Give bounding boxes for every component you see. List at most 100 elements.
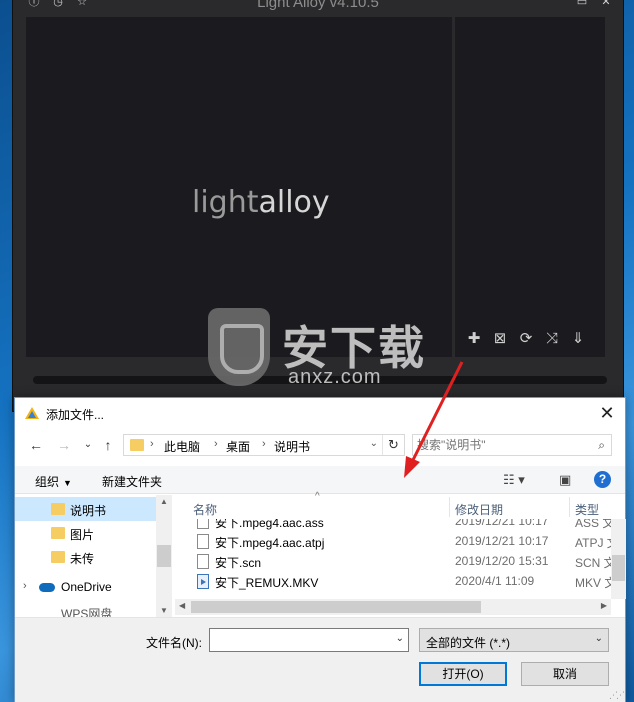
folder-icon: [51, 503, 65, 515]
file-list-horizontal-scrollbar[interactable]: ◀ ▶: [175, 599, 611, 615]
scrollbar-thumb[interactable]: [157, 545, 171, 567]
recent-locations-chevron-icon[interactable]: ⌄: [79, 436, 97, 454]
address-dropdown-icon[interactable]: ⌄: [370, 438, 378, 449]
file-rows: 安下.mpeg4.aac.ass 2019/12/21 10:17 ASS 文 …: [175, 519, 611, 599]
file-name: 安下.scn: [215, 556, 262, 570]
file-row[interactable]: 安下_REMUX.MKV 2020/4/1 11:09 MKV 文: [175, 571, 611, 591]
search-box[interactable]: ⌕: [412, 434, 612, 456]
folder-icon: [51, 551, 65, 563]
shuffle-icon[interactable]: ⤨: [543, 330, 561, 348]
nav-item-untransferred[interactable]: 未传: [15, 545, 156, 569]
add-file-dialog: 添加文件... ✕ ← → ⌄ ↑ › 此电脑 › 桌面 › 说明书 ⌄ ↻ ⌕…: [14, 397, 626, 702]
video-area[interactable]: lightalloy: [26, 17, 452, 357]
breadcrumb-this-pc[interactable]: 此电脑: [164, 438, 200, 455]
scrollbar-thumb[interactable]: [612, 555, 625, 581]
player-titlebar: ⓘ ◷ ☆ Light Alloy v4.10.5 ▭ ✕: [13, 0, 623, 13]
filename-label: 文件名(N):: [146, 636, 202, 650]
address-bar[interactable]: › 此电脑 › 桌面 › 说明书 ⌄ ↻: [123, 434, 405, 456]
nav-item-label: 说明书: [70, 504, 107, 518]
forward-arrow-icon[interactable]: →: [55, 436, 73, 454]
file-date: 2019/12/21 10:17: [455, 519, 549, 528]
watermark: 安下载 anxz.com: [208, 308, 428, 394]
column-divider[interactable]: [449, 497, 450, 517]
search-icon[interactable]: ⌕: [598, 438, 605, 453]
cloud-icon: [39, 583, 55, 592]
organize-button[interactable]: 组织 ▼: [35, 473, 72, 490]
nav-item-onedrive[interactable]: › OneDrive: [15, 575, 156, 599]
app-icon: [25, 407, 39, 419]
file-date: 2020/4/1 11:09: [455, 574, 535, 588]
scroll-down-icon[interactable]: ▼: [156, 606, 172, 615]
nav-item-label: OneDrive: [61, 580, 112, 594]
scroll-left-icon[interactable]: ◀: [179, 601, 185, 610]
lightalloy-logo: lightalloy: [192, 185, 330, 220]
close-icon[interactable]: ✕: [595, 402, 619, 424]
file-icon: [197, 534, 209, 549]
refresh-icon[interactable]: ↻: [382, 435, 404, 455]
back-arrow-icon[interactable]: ←: [27, 436, 45, 454]
nav-item-wps-drive[interactable]: WPS网盘: [15, 603, 156, 617]
restore-icon[interactable]: ▭: [575, 0, 589, 9]
playlist-panel[interactable]: ✚ ⊠ ⟳ ⤨ ⇓: [455, 17, 605, 357]
breadcrumb-separator: ›: [262, 438, 266, 450]
file-row[interactable]: 安下.mpeg4.aac.ass 2019/12/21 10:17 ASS 文: [175, 519, 611, 531]
help-icon[interactable]: ?: [594, 471, 611, 488]
breadcrumb-separator: ›: [214, 438, 218, 450]
video-file-icon: [197, 574, 209, 589]
file-row[interactable]: 安下.mpeg4.aac.atpj 2019/12/21 10:17 ATPJ …: [175, 531, 611, 551]
close-icon[interactable]: ✕: [599, 0, 613, 9]
dialog-titlebar: 添加文件... ✕: [15, 398, 625, 429]
file-name: 安下.mpeg4.aac.atpj: [215, 536, 325, 550]
resize-grip-icon[interactable]: ⋰⋰: [609, 690, 625, 701]
chevron-down-icon: ▼: [63, 478, 72, 488]
navigation-scrollbar[interactable]: ▲ ▼: [156, 495, 172, 617]
folder-icon: [51, 527, 65, 539]
repeat-icon[interactable]: ⟳: [517, 330, 535, 348]
file-icon: [197, 519, 209, 529]
open-button[interactable]: 打开(O): [419, 662, 507, 686]
file-type-value: 全部的文件 (*.*): [426, 636, 511, 650]
scroll-up-icon[interactable]: ▲: [156, 497, 172, 506]
file-name: 安下.mpeg4.aac.ass: [215, 519, 324, 530]
delete-icon[interactable]: ⊠: [491, 330, 509, 348]
chevron-right-icon[interactable]: ›: [23, 580, 27, 592]
nav-item-manual[interactable]: 说明书: [15, 497, 156, 521]
file-date: 2019/12/20 15:31: [455, 554, 549, 568]
file-list-vertical-scrollbar[interactable]: [611, 519, 626, 599]
dialog-footer: 文件名(N): ⌄ 全部的文件 (*.*) ⌄ 打开(O) 取消 ⋰⋰: [15, 617, 625, 702]
search-input[interactable]: [417, 437, 587, 453]
nav-item-label: WPS网盘: [61, 607, 113, 617]
new-folder-button[interactable]: 新建文件夹: [102, 473, 162, 490]
filename-field[interactable]: ⌄: [209, 628, 409, 652]
playlist-toolbar: ✚ ⊠ ⟳ ⤨ ⇓: [465, 330, 587, 348]
scroll-right-icon[interactable]: ▶: [601, 601, 607, 610]
file-list: ^ 名称 修改日期 类型 安下.mpeg4.aac.ass 2019/12/21…: [175, 491, 626, 617]
column-divider[interactable]: [569, 497, 570, 517]
file-icon: [197, 554, 209, 569]
chevron-down-icon: ⌄: [594, 633, 603, 644]
file-type: SCN 文: [575, 556, 611, 570]
sort-icon[interactable]: ⇓: [569, 330, 587, 348]
file-name: 安下_REMUX.MKV: [215, 576, 319, 590]
file-type-select[interactable]: 全部的文件 (*.*) ⌄: [419, 628, 609, 652]
breadcrumb-separator: ›: [150, 438, 154, 450]
add-icon[interactable]: ✚: [465, 330, 483, 348]
breadcrumb-desktop[interactable]: 桌面: [226, 438, 250, 455]
preview-pane-icon[interactable]: ▣: [559, 472, 571, 488]
file-type: ATPJ 文: [575, 536, 611, 550]
up-arrow-icon[interactable]: ↑: [99, 436, 117, 454]
player-title: Light Alloy v4.10.5: [257, 0, 379, 11]
cancel-button[interactable]: 取消: [521, 662, 609, 686]
folder-icon: [130, 439, 144, 451]
view-options-icon[interactable]: ☷ ▾: [503, 472, 525, 488]
scrollbar-thumb[interactable]: [191, 601, 481, 613]
navigation-pane: 说明书 图片 未传 › OneDrive WPS网盘 ▲ ▼: [15, 495, 172, 617]
breadcrumb-manual[interactable]: 说明书: [274, 438, 310, 455]
sort-caret-icon: ^: [315, 491, 320, 502]
navigation-bar: ← → ⌄ ↑ › 此电脑 › 桌面 › 说明书 ⌄ ↻ ⌕: [15, 430, 625, 460]
shield-icon: [208, 308, 270, 386]
file-row[interactable]: 安下.scn 2019/12/20 15:31 SCN 文: [175, 551, 611, 571]
command-bar: 组织 ▼ 新建文件夹 ☷ ▾ ▣ ?: [15, 466, 625, 494]
chevron-down-icon[interactable]: ⌄: [396, 633, 404, 644]
nav-item-pictures[interactable]: 图片: [15, 521, 156, 545]
